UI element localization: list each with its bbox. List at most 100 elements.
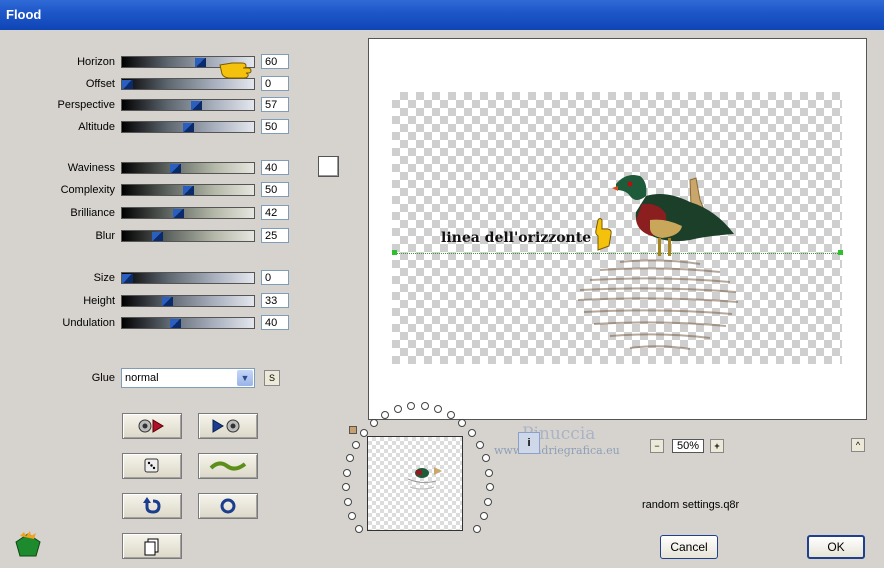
navigator-thumbnail[interactable] [367,436,463,531]
brilliance-value[interactable]: 42 [261,205,289,220]
complexity-value[interactable]: 50 [261,182,289,197]
glue-label: Glue [91,372,115,384]
hand-pointer-icon [219,62,252,79]
navigator-ring-dot [394,405,402,413]
navigator-ring-dot [407,402,415,410]
undulation-thumb[interactable] [170,319,181,328]
offset-value[interactable]: 0 [261,76,289,91]
waviness-value[interactable]: 40 [261,160,289,175]
randomize-prev-button[interactable] [122,413,182,439]
navigator-ring-dot [484,498,492,506]
wave-button[interactable] [198,453,258,479]
waviness-slider[interactable] [121,162,255,174]
collapse-button[interactable]: ^ [851,438,865,452]
copy-icon [144,538,159,556]
circle-reset-icon [220,498,236,514]
wave-icon [209,461,247,471]
height-thumb[interactable] [162,297,173,306]
horizon-handle-left[interactable] [392,250,397,255]
navigator-ring-dot [352,441,360,449]
altitude-slider[interactable] [121,121,255,133]
undulation-value[interactable]: 40 [261,315,289,330]
info-icon[interactable]: i [518,432,540,454]
navigator-ring-dot [344,498,352,506]
dice-icon [144,458,159,473]
complexity-thumb[interactable] [183,186,194,195]
altitude-value[interactable]: 50 [261,119,289,134]
perspective-thumb[interactable] [191,101,202,110]
eye-with-arrow-icon [138,419,164,433]
brilliance-label: Brilliance [70,207,115,219]
altitude-thumb[interactable] [183,123,194,132]
height-slider[interactable] [121,295,255,307]
brilliance-slider[interactable] [121,207,255,219]
color-swatch-button[interactable] [318,156,339,177]
navigator-ring-dot [468,429,476,437]
size-thumb[interactable] [122,274,133,283]
zoom-in-button[interactable]: + [710,439,724,453]
glue-select[interactable]: normal ▼ [121,368,255,388]
size-slider[interactable] [121,272,255,284]
undo-button[interactable] [122,493,182,519]
cancel-button[interactable]: Cancel [660,535,718,559]
height-label: Height [83,295,115,307]
navigator-ring-dot [486,483,494,491]
copy-button[interactable] [122,533,182,559]
navigator-ring-dot [348,512,356,520]
blur-slider[interactable] [121,230,255,242]
blur-label: Blur [95,230,115,242]
offset-thumb[interactable] [122,80,133,89]
perspective-value[interactable]: 57 [261,97,289,112]
navigator-ring-dot [485,469,493,477]
horizon-thumb[interactable] [195,58,206,67]
chevron-down-icon[interactable]: ▼ [237,370,253,386]
randomize-button[interactable] [122,453,182,479]
blur-value[interactable]: 25 [261,228,289,243]
navigator-ring-dot [346,454,354,462]
navigator-ring-dot [355,525,363,533]
zoom-level[interactable]: 50% [672,439,704,453]
navigator-ring-dot [473,525,481,533]
navigator-ring-dot [370,419,378,427]
undo-icon [143,497,161,514]
navigator-ring-dot [482,454,490,462]
glue-s-button[interactable]: S [264,370,280,386]
horizon-handle-right[interactable] [838,250,843,255]
altitude-label: Altitude [78,121,115,133]
ok-button[interactable]: OK [807,535,865,559]
navigator-ring-dot [480,512,488,520]
complexity-slider[interactable] [121,184,255,196]
perspective-slider[interactable] [121,99,255,111]
navigator-ring-dot [342,483,350,491]
settings-filename: random settings.q8r [642,499,740,511]
duck-thumbnail-image [407,467,442,490]
watermark-site: www.madriegrafica.eu [494,444,620,457]
zoom-out-button[interactable]: − [650,439,664,453]
size-label: Size [93,272,115,284]
randomize-next-button[interactable] [198,413,258,439]
navigator-ring-dot [458,419,466,427]
window-title: Flood [6,7,42,22]
horizon-value[interactable]: 60 [261,54,289,69]
undulation-slider[interactable] [121,317,255,329]
reset-button[interactable] [198,493,258,519]
waviness-thumb[interactable] [170,164,181,173]
navigator-ring-dot [476,441,484,449]
navigator-ring-dot [381,411,389,419]
horizon-label: Horizon [77,56,115,68]
water-reflection [577,259,739,350]
navigator-handle[interactable] [349,426,357,434]
duck-image [612,175,734,256]
navigator-ring-dot [434,405,442,413]
navigator-ring-dot [343,469,351,477]
waviness-label: Waviness [67,162,115,174]
height-value[interactable]: 33 [261,293,289,308]
size-value[interactable]: 0 [261,270,289,285]
blur-thumb[interactable] [152,232,163,241]
brilliance-thumb[interactable] [173,209,184,218]
glue-value: normal [125,372,159,384]
horizon-annotation: linea dell'orizzonte [441,230,592,246]
perspective-label: Perspective [57,99,115,111]
complexity-label: Complexity [60,184,115,196]
arrow-with-eye-icon [212,419,240,433]
